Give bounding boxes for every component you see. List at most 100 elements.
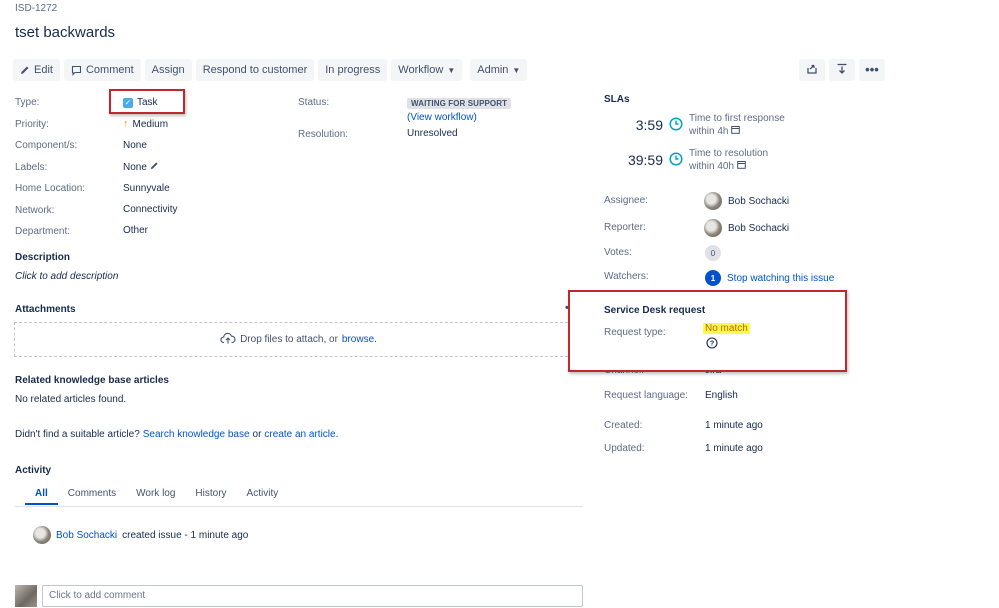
sla-goal-row: within 40h	[689, 160, 768, 173]
comment-button[interactable]: Comment	[63, 59, 141, 81]
sla-goal: within 40h	[689, 161, 735, 172]
watchers-count-badge[interactable]: 1	[705, 270, 721, 286]
pencil-icon	[150, 161, 159, 173]
network-value[interactable]: Connectivity	[123, 204, 177, 215]
description-heading: Description	[15, 252, 71, 263]
search-kb-link[interactable]: Search knowledge base	[143, 429, 250, 440]
request-type-field[interactable]: No match	[703, 323, 750, 334]
clock-icon	[669, 151, 683, 169]
create-article-link[interactable]: create an article.	[264, 429, 338, 440]
issue-key[interactable]: ISD-1272	[15, 3, 57, 14]
annotation-box-type	[109, 89, 185, 114]
tab-comments[interactable]: Comments	[58, 488, 126, 505]
updated-label: Updated:	[604, 443, 645, 454]
reporter-field[interactable]: Bob Sochacki	[704, 219, 789, 237]
svg-text:?: ?	[710, 339, 715, 348]
status-label: Status:	[298, 97, 330, 108]
created-value: 1 minute ago	[705, 420, 763, 431]
components-value[interactable]: None	[123, 140, 147, 151]
export-icon	[836, 63, 848, 78]
more-actions-button[interactable]: •••	[859, 59, 885, 81]
sla-name: Time to first response	[689, 113, 785, 124]
workflow-dropdown[interactable]: Workflow ▼	[391, 59, 463, 81]
sla-heading: SLAs	[604, 94, 630, 105]
cloud-upload-icon	[220, 332, 236, 347]
resolution-label: Resolution:	[298, 129, 349, 140]
tab-work-log[interactable]: Work log	[126, 488, 185, 505]
labels-label: Labels:	[15, 162, 48, 173]
clock-icon	[669, 116, 683, 134]
edit-button[interactable]: Edit	[13, 59, 60, 81]
add-comment-input[interactable]: Click to add comment	[42, 585, 583, 607]
sla-info: Time to first response within 4h	[689, 112, 785, 138]
view-workflow-link[interactable]: (View workflow)	[407, 112, 477, 123]
department-value[interactable]: Other	[123, 225, 148, 236]
admin-dropdown[interactable]: Admin ▼	[470, 59, 528, 81]
avatar[interactable]	[33, 526, 51, 544]
labels-field[interactable]: None	[123, 161, 159, 173]
avatar	[704, 219, 722, 237]
kb-or: or	[252, 429, 262, 440]
calendar-icon	[737, 160, 746, 173]
chevron-down-icon: ▼	[512, 65, 521, 75]
in-progress-button[interactable]: In progress	[318, 59, 388, 81]
share-button[interactable]	[799, 59, 825, 81]
type-label: Type:	[15, 97, 40, 108]
kb-empty-text: No related articles found.	[15, 394, 127, 405]
description-field[interactable]: Click to add description	[15, 271, 118, 282]
sla-name: Time to resolution	[689, 148, 769, 159]
sla-time: 39:59	[627, 152, 663, 168]
service-desk-heading: Service Desk request	[604, 305, 706, 316]
pencil-icon	[20, 65, 30, 75]
comment-label: Comment	[85, 64, 134, 76]
status-lozenge[interactable]: WAITING FOR SUPPORT	[407, 98, 512, 109]
priority-value: Medium	[132, 118, 169, 130]
votes-badge[interactable]: 0	[705, 245, 721, 261]
kb-heading: Related knowledge base articles	[15, 375, 169, 386]
reporter-value: Bob Sochacki	[728, 222, 790, 234]
tab-activity[interactable]: Activity	[237, 488, 289, 505]
kb-prompt: Didn't find a suitable article?	[15, 429, 140, 440]
respond-to-customer-button[interactable]: Respond to customer	[195, 59, 315, 81]
activity-text: created issue - 1 minute ago	[122, 529, 249, 541]
assignee-value: Bob Sochacki	[728, 195, 790, 207]
more-icon: •••	[865, 62, 879, 77]
request-type-value: No match	[703, 323, 750, 334]
home-location-value[interactable]: Sunnyvale	[123, 183, 170, 194]
activity-user-link[interactable]: Bob Sochacki	[56, 530, 117, 541]
kb-suggestion: Didn't find a suitable article? Search k…	[15, 429, 338, 440]
tab-all[interactable]: All	[25, 488, 58, 505]
created-label: Created:	[604, 420, 643, 431]
issue-title[interactable]: tset backwards	[15, 24, 115, 41]
sla-goal: within 4h	[689, 126, 729, 137]
votes-label: Votes:	[604, 247, 632, 258]
chevron-down-icon: ▼	[447, 65, 456, 75]
calendar-icon	[731, 125, 741, 138]
assignee-field[interactable]: Bob Sochacki	[704, 192, 789, 210]
workflow-label: Workflow	[398, 64, 444, 76]
attachment-dropzone[interactable]: Drop files to attach, or browse.	[14, 322, 583, 357]
tab-history[interactable]: History	[185, 488, 236, 505]
priority-label: Priority:	[15, 119, 49, 130]
priority-field[interactable]: ↑ Medium	[123, 118, 168, 130]
help-icon[interactable]: ?	[706, 337, 718, 352]
updated-value: 1 minute ago	[705, 443, 763, 454]
activity-heading: Activity	[15, 465, 52, 476]
sla-time: 3:59	[635, 117, 663, 133]
home-location-label: Home Location:	[15, 183, 86, 194]
browse-link[interactable]: browse.	[342, 334, 377, 345]
comment-icon	[71, 65, 82, 76]
sla-goal-row: within 4h	[689, 125, 785, 138]
issue-toolbar: Edit Comment Assign Respond to customer …	[13, 59, 528, 81]
arrow-up-icon: ↑	[123, 118, 129, 130]
activity-entry: Bob Sochacki created issue - 1 minute ag…	[33, 526, 248, 544]
export-button[interactable]	[829, 59, 855, 81]
labels-value: None	[123, 161, 147, 173]
share-icon	[806, 63, 818, 78]
drop-text: Drop files to attach, or	[240, 334, 338, 345]
watchers-field: 1 Stop watching this issue	[705, 270, 834, 286]
stop-watching-link[interactable]: Stop watching this issue	[727, 273, 834, 284]
request-type-label: Request type:	[604, 327, 666, 338]
request-language-value: English	[705, 390, 738, 401]
assign-button[interactable]: Assign	[144, 59, 192, 81]
